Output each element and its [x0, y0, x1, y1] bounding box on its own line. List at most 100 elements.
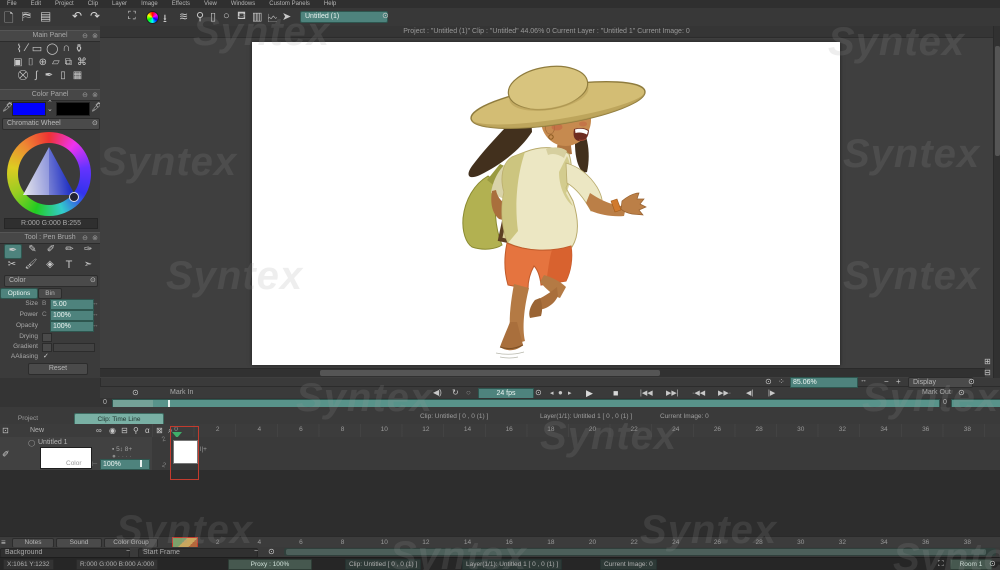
brush-cup-icon[interactable]: ⛾ [237, 10, 246, 24]
alpha-icon[interactable]: α [145, 426, 150, 435]
menu-image[interactable]: Image [134, 1, 165, 7]
range-icon[interactable]: ○ [466, 388, 471, 397]
wet-brush-icon[interactable]: ✑ [80, 244, 96, 259]
color-panel-collapse-icon[interactable]: ⊖ [82, 91, 88, 101]
frame-number[interactable]: 32 [839, 539, 846, 546]
frame-number[interactable]: 20 [589, 539, 596, 546]
frame-number[interactable]: 2 [216, 539, 220, 546]
playhead-tick[interactable] [168, 400, 170, 407]
frame-number[interactable]: 28 [755, 539, 762, 546]
menu-view[interactable]: View [197, 1, 224, 7]
frame-number[interactable]: 18 [547, 426, 554, 433]
next-frame-button[interactable]: |▶ [768, 389, 775, 397]
size-field[interactable]: 5.00 [50, 299, 94, 310]
frame-number[interactable]: 12 [422, 539, 429, 546]
gradient-bar[interactable] [53, 343, 95, 352]
frame-ruler-top[interactable]: 02468101214161820222426283032343638 [152, 424, 1000, 437]
canvas-fit-icon[interactable]: ⊞ [984, 357, 991, 366]
frame-number[interactable]: 28 [755, 426, 762, 433]
canvas-vscrollbar[interactable] [993, 26, 1000, 378]
reset-button[interactable]: Reset [28, 363, 88, 375]
frame-number[interactable]: 34 [880, 539, 887, 546]
zoom-slider-icon[interactable]: ↔ [860, 377, 867, 384]
frame-number[interactable]: 32 [839, 426, 846, 433]
canvas-hscrollbar-handle[interactable] [320, 370, 660, 376]
display-select[interactable]: Display [908, 377, 973, 388]
clip-icon[interactable]: ⊡ [2, 426, 9, 435]
power-field[interactable]: 100% [50, 310, 94, 321]
prev-frame-button[interactable]: ◀| [746, 389, 753, 397]
lamp-tool-icon[interactable]: ⚱ [74, 42, 83, 55]
frame-number[interactable]: 20 [589, 426, 596, 433]
frame-number[interactable]: 14 [464, 539, 471, 546]
undo-icon[interactable]: ↶ [72, 9, 82, 23]
frame-number[interactable]: 24 [672, 539, 679, 546]
frame-number[interactable]: 22 [631, 539, 638, 546]
swatch-spinner-icon[interactable]: ⌃⌄ [47, 101, 53, 113]
frame-number[interactable]: 16 [506, 539, 513, 546]
frame-number[interactable]: 12 [422, 426, 429, 433]
aaliasing-check[interactable]: ✓ [43, 352, 49, 360]
frame-number[interactable]: 30 [797, 539, 804, 546]
text-tool-icon[interactable]: T [61, 259, 77, 274]
pencil-brush-icon[interactable]: ✎ [25, 244, 41, 259]
move-icon[interactable]: ⛒ [18, 70, 28, 81]
menu-layer[interactable]: Layer [105, 1, 134, 7]
drying-checkbox[interactable] [42, 333, 52, 342]
primary-color-swatch[interactable] [12, 102, 46, 116]
magnify-icon[interactable]: ⊕ [39, 57, 47, 68]
frame-number[interactable]: 24 [672, 426, 679, 433]
menu-custom-panels[interactable]: Custom Panels [262, 1, 317, 7]
go-end-button[interactable]: ▶▶| [666, 389, 679, 397]
prev-jump-button[interactable]: ·◀◀ [692, 389, 705, 397]
audio-icon[interactable]: ◀) [433, 388, 442, 397]
start-frame-minus-icon[interactable]: − [254, 548, 258, 555]
opacity-field[interactable]: 100% [50, 321, 94, 332]
tab-project[interactable]: Project [3, 414, 53, 424]
color-mode-select[interactable]: Chromatic Wheel [2, 118, 100, 130]
layer-opacity-field[interactable]: 100% [100, 459, 150, 470]
light-table-icon[interactable]: ⚲ [196, 10, 204, 23]
flip-hand-icon[interactable]: ● [558, 388, 563, 397]
new-layer-label[interactable]: New [30, 427, 44, 434]
secondary-color-swatch[interactable] [56, 102, 90, 116]
timeline-hscrollbar-handle[interactable] [286, 549, 986, 555]
layer-opacity-tick[interactable] [140, 460, 142, 467]
frame-number[interactable]: 8 [341, 426, 345, 433]
center-view-icon[interactable]: ⁘ [778, 377, 785, 386]
timeline-hscrollbar[interactable] [284, 548, 996, 556]
layer-blend-icons[interactable]: ▪ 5↕ 8+ [112, 446, 132, 453]
cutter-icon[interactable]: ✂ [4, 259, 20, 274]
tab-bin[interactable]: Bin [38, 288, 62, 299]
cursor-icon[interactable]: ➤ [282, 10, 291, 23]
drawing-canvas[interactable] [252, 42, 840, 365]
tab-options[interactable]: Options [0, 288, 38, 299]
oil-brush-icon[interactable]: 🖌 [23, 259, 39, 274]
frame-number[interactable]: 36 [922, 539, 929, 546]
frame-number[interactable]: 10 [381, 539, 388, 546]
frame-number[interactable]: 4 [257, 426, 261, 433]
menu-effects[interactable]: Effects [165, 1, 197, 7]
flip-next-icon[interactable]: ▸ [568, 389, 572, 397]
tool-panel-collapse-icon[interactable]: ⊖ [82, 234, 88, 244]
size-slider-icon[interactable]: ↔ [92, 300, 99, 307]
frame-number[interactable]: 22 [631, 426, 638, 433]
canvas-vscrollbar-handle[interactable] [995, 46, 1000, 156]
link-icon[interactable]: ∞ [96, 426, 102, 435]
canvas-corner-icon[interactable]: ⊟ [984, 368, 991, 377]
power-key[interactable]: C [42, 311, 47, 318]
tool-panel-header[interactable]: Tool : Pen Brush ⊖ ⊗ [0, 232, 100, 244]
frame-number[interactable]: 2 [216, 426, 220, 433]
mark-out-clock-icon[interactable]: ⊙ [958, 388, 965, 397]
hue-selector-dot[interactable] [69, 192, 79, 202]
pen-icon[interactable]: ✒ [45, 70, 53, 81]
frame-number[interactable]: 4 [257, 539, 261, 546]
frame-number[interactable]: 8 [341, 539, 345, 546]
ruler-icon[interactable]: ▯ [210, 10, 216, 23]
pen-brush-icon[interactable]: ✒ [4, 244, 22, 259]
frame-number[interactable]: 14 [464, 426, 471, 433]
stop-button[interactable]: ■ [613, 388, 618, 398]
redo-icon[interactable]: ↷ [90, 9, 100, 23]
open-icon[interactable]: ⛿ [22, 9, 31, 24]
tool-panel-close-icon[interactable]: ⊗ [92, 234, 98, 244]
